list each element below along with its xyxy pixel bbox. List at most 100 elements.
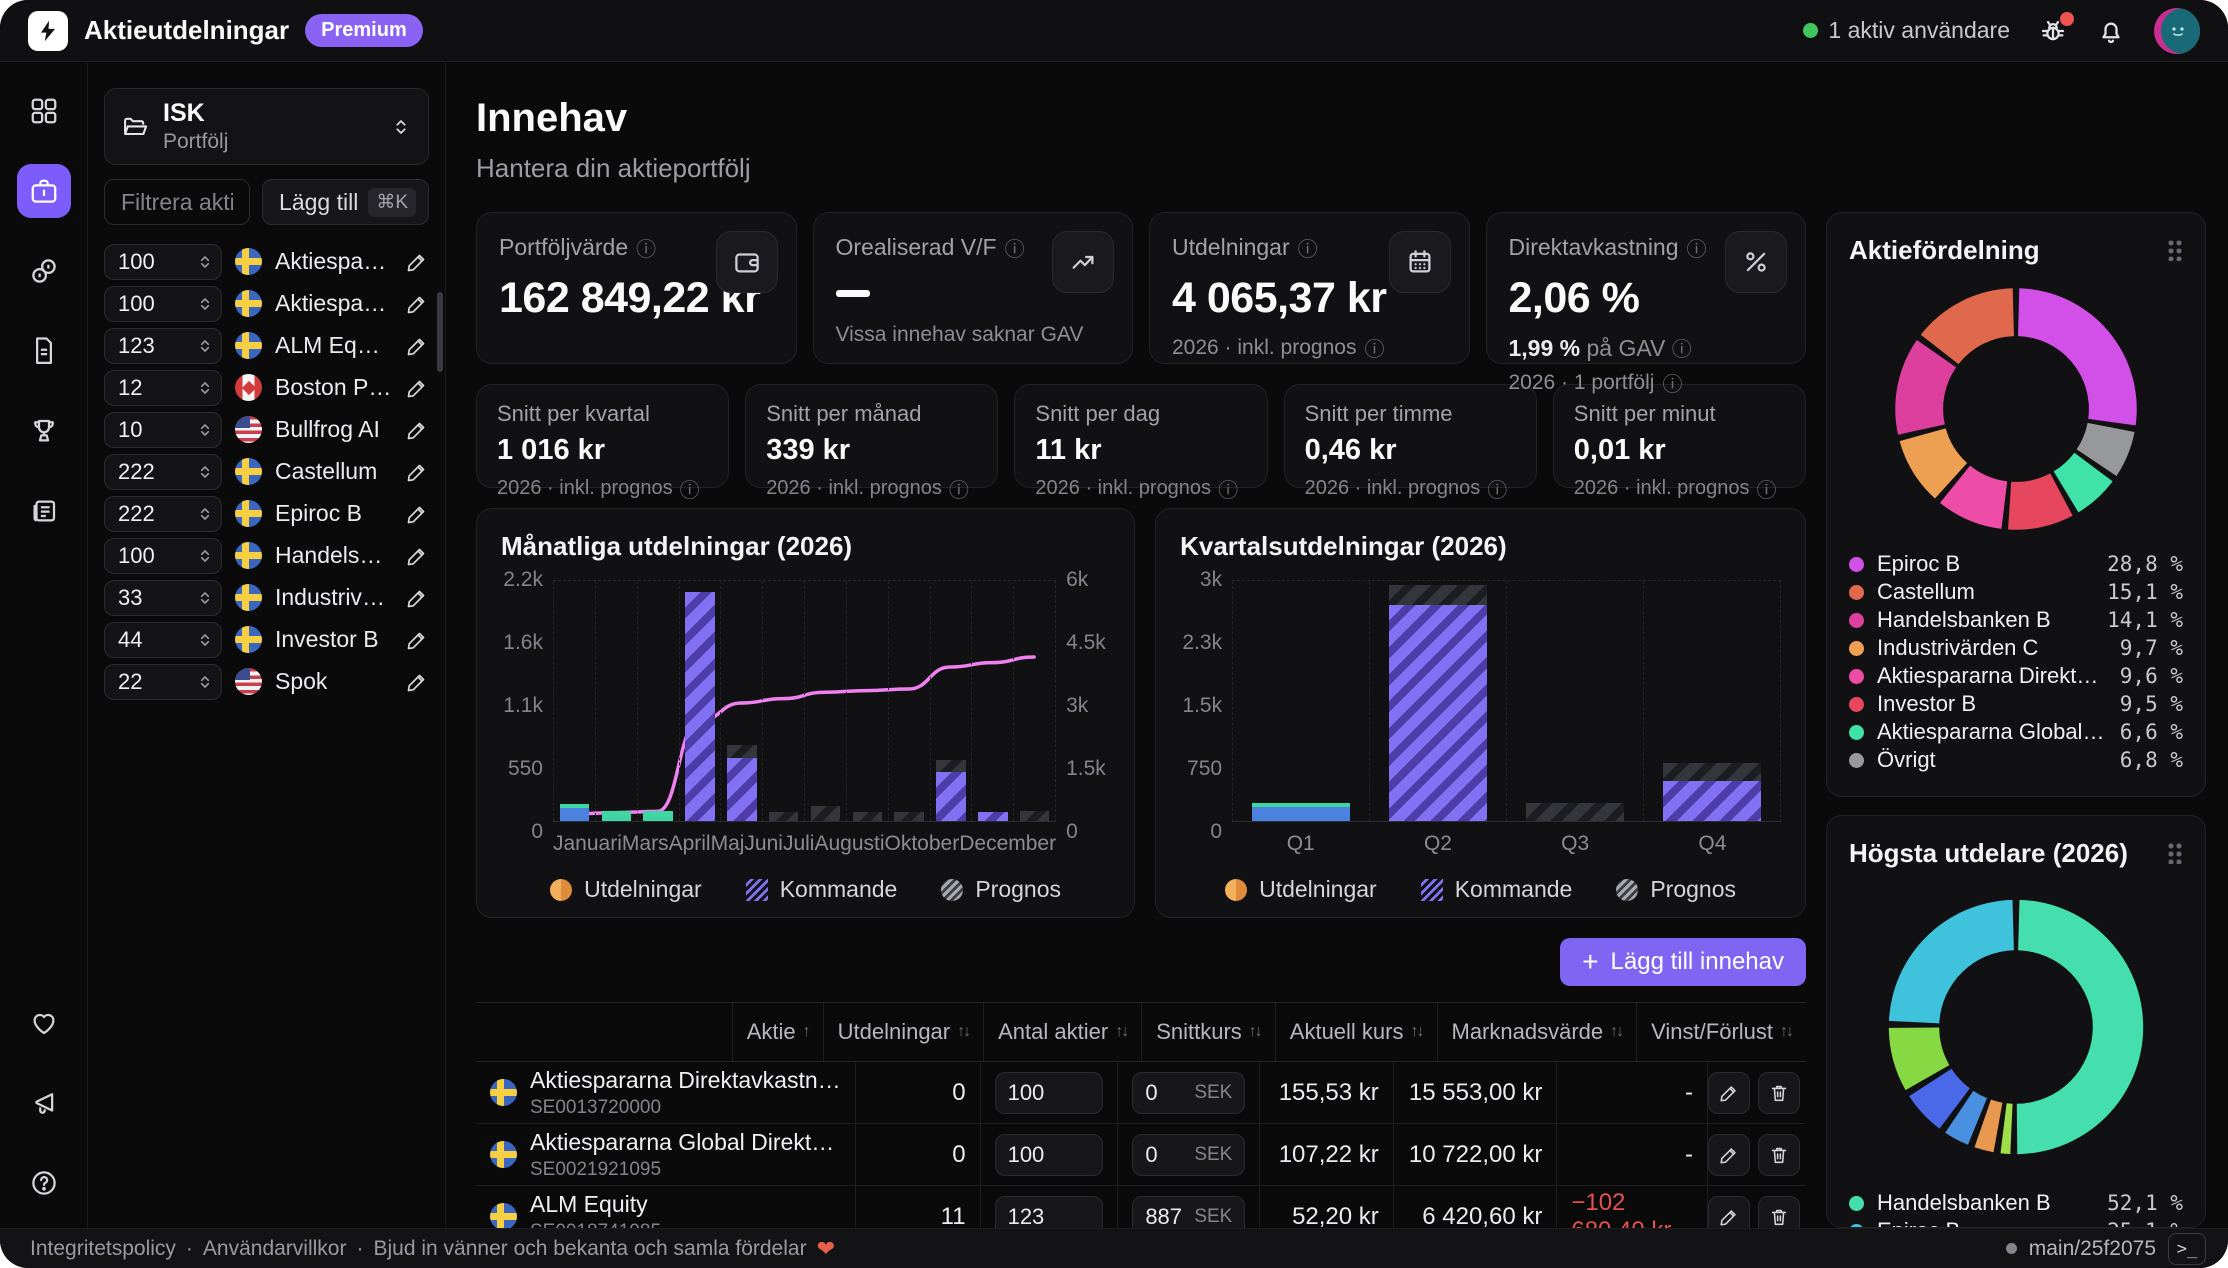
info-icon[interactable]: ⓘ xyxy=(1298,233,1318,262)
terms-link[interactable]: Användarvillkor xyxy=(203,1237,347,1261)
info-icon[interactable]: ⓘ xyxy=(636,233,656,262)
quantity-stepper[interactable]: 100 xyxy=(104,244,222,280)
edit-pencil-icon[interactable] xyxy=(405,376,429,400)
nav-dividends-button[interactable] xyxy=(17,244,71,298)
empty-value-dash xyxy=(836,290,870,297)
nav-reports-button[interactable] xyxy=(17,324,71,378)
quantity-stepper[interactable]: 33 xyxy=(104,580,222,616)
monthly-y-axis-left: 05501.1k1.6k2.2k xyxy=(501,580,553,832)
add-stock-button[interactable]: Lägg till ⌘K xyxy=(262,179,429,225)
delete-trash-icon[interactable] xyxy=(1758,1134,1800,1176)
yield-gav: 1,99 % på GAV ⓘ xyxy=(1509,333,1784,362)
quantity-stepper[interactable]: 222 xyxy=(104,496,222,532)
info-icon[interactable]: ⓘ xyxy=(1364,333,1384,362)
drag-handle-icon[interactable] xyxy=(2167,842,2183,864)
bug-report-button[interactable] xyxy=(2038,16,2068,46)
info-icon[interactable]: ⓘ xyxy=(680,474,700,503)
avg-price-input[interactable]: 0SEK xyxy=(1132,1134,1245,1176)
stepper-chevrons-icon xyxy=(197,421,213,439)
info-icon[interactable]: ⓘ xyxy=(1487,474,1507,503)
nav-help-button[interactable] xyxy=(17,1156,71,1210)
legend-row: Epiroc B 25,1 % xyxy=(1849,1217,2183,1228)
privacy-policy-link[interactable]: Integritetspolicy xyxy=(30,1237,176,1261)
edit-pencil-icon[interactable] xyxy=(405,334,429,358)
table-header-cell[interactable]: Antal aktier ↑↓ xyxy=(983,1003,1141,1061)
portfolio-selector[interactable]: ISK Portfölj xyxy=(104,88,429,165)
invite-friends-link[interactable]: Bjud in vänner och bekanta och samla för… xyxy=(373,1237,806,1261)
nav-favorites-button[interactable] xyxy=(17,996,71,1050)
edit-pencil-icon[interactable] xyxy=(405,670,429,694)
edit-pencil-icon[interactable] xyxy=(405,292,429,316)
add-holding-button[interactable]: + Lägg till innehav xyxy=(1560,938,1806,986)
nav-dashboard-button[interactable] xyxy=(17,84,71,138)
shares-input[interactable]: 123 xyxy=(995,1196,1104,1229)
edit-pencil-icon[interactable] xyxy=(405,418,429,442)
nav-announcements-button[interactable] xyxy=(17,1076,71,1130)
nav-news-button[interactable] xyxy=(17,484,71,538)
quantity-stepper[interactable]: 123 xyxy=(104,328,222,364)
quarterly-plot xyxy=(1232,580,1781,822)
stock-name: Epiroc B xyxy=(275,500,362,527)
info-icon[interactable]: ⓘ xyxy=(1756,474,1776,503)
info-icon[interactable]: ⓘ xyxy=(1687,233,1707,262)
edit-pencil-icon[interactable] xyxy=(1708,1196,1750,1229)
info-icon[interactable]: ⓘ xyxy=(949,474,969,503)
quantity-stepper[interactable]: 222 xyxy=(104,454,222,490)
country-flag-icon xyxy=(235,584,262,611)
edit-pencil-icon[interactable] xyxy=(405,460,429,484)
edit-pencil-icon[interactable] xyxy=(405,628,429,652)
table-header-cell[interactable]: Marknadsvärde ↑↓ xyxy=(1437,1003,1637,1061)
edit-pencil-icon[interactable] xyxy=(405,586,429,610)
edit-pencil-icon[interactable] xyxy=(405,250,429,274)
avg-price-input[interactable]: 0SEK xyxy=(1132,1072,1245,1114)
terminal-icon[interactable]: >_ xyxy=(2168,1233,2206,1265)
quantity-stepper[interactable]: 12 xyxy=(104,370,222,406)
shares-input[interactable]: 100 xyxy=(995,1072,1104,1114)
monthly-x-labels: JanuariMarsAprilMajJuniJuliAugustiOktobe… xyxy=(553,832,1056,856)
nav-achievements-button[interactable] xyxy=(17,404,71,458)
legend-row: Handelsbanken B 52,1 % xyxy=(1849,1189,2183,1217)
quantity-stepper[interactable]: 100 xyxy=(104,538,222,574)
panel-scrollbar[interactable] xyxy=(437,292,443,372)
quantity-stepper[interactable]: 44 xyxy=(104,622,222,658)
edit-pencil-icon[interactable] xyxy=(1708,1072,1750,1114)
edit-pencil-icon[interactable] xyxy=(1708,1134,1750,1176)
quantity-stepper[interactable]: 22 xyxy=(104,664,222,700)
table-header-cell[interactable]: Vinst/Förlust ↑↓ xyxy=(1636,1003,1806,1061)
user-avatar[interactable] xyxy=(2154,8,2200,54)
allocation-card: Aktiefördelning Epiroc B xyxy=(1826,212,2206,797)
icon-rail xyxy=(0,62,88,1228)
monthly-dividends-chart: Månatliga utdelningar (2026) 05501.1k1.6… xyxy=(476,508,1135,918)
table-header-cell[interactable]: Snittkurs ↑↓ xyxy=(1141,1003,1275,1061)
info-icon[interactable]: ⓘ xyxy=(1218,474,1238,503)
quantity-stepper[interactable]: 10 xyxy=(104,412,222,448)
current-price-cell: 155,53 kr xyxy=(1259,1062,1392,1123)
table-header-cell[interactable]: Aktuell kurs ↑↓ xyxy=(1275,1003,1437,1061)
filter-stocks-input[interactable] xyxy=(104,179,250,225)
country-flag-icon xyxy=(235,416,262,443)
avg-price-input[interactable]: 887SEK xyxy=(1132,1196,1245,1229)
table-row: Aktiespararna Global Direktavkastning B … xyxy=(476,1124,1806,1186)
legend-item: Utdelningar xyxy=(550,876,702,903)
quantity-stepper[interactable]: 100 xyxy=(104,286,222,322)
edit-pencil-icon[interactable] xyxy=(405,502,429,526)
info-icon[interactable]: ⓘ xyxy=(1005,233,1025,262)
percent-icon xyxy=(1725,231,1787,293)
edit-pencil-icon[interactable] xyxy=(405,544,429,568)
legend-swatch-icon xyxy=(550,879,572,901)
keyboard-shortcut-badge: ⌘K xyxy=(368,188,416,217)
shares-input[interactable]: 100 xyxy=(995,1134,1104,1176)
stepper-chevrons-icon xyxy=(197,673,213,691)
legend-item: Utdelningar xyxy=(1225,876,1377,903)
delete-trash-icon[interactable] xyxy=(1758,1196,1800,1229)
notifications-bell-button[interactable] xyxy=(2096,16,2126,46)
info-icon[interactable]: ⓘ xyxy=(1672,339,1692,361)
nav-portfolio-button[interactable] xyxy=(17,164,71,218)
table-header-cell[interactable]: Utdelningar ↑↓ xyxy=(823,1003,984,1061)
delete-trash-icon[interactable] xyxy=(1758,1072,1800,1114)
drag-handle-icon[interactable] xyxy=(2167,239,2183,261)
info-icon[interactable]: ⓘ xyxy=(1662,368,1682,397)
avg-card: Snitt per minut 0,01 kr 2026 · inkl. pro… xyxy=(1553,384,1806,488)
sort-arrows-icon: ↑ xyxy=(803,1023,809,1041)
table-header-cell[interactable]: Aktie ↑ xyxy=(732,1003,823,1061)
